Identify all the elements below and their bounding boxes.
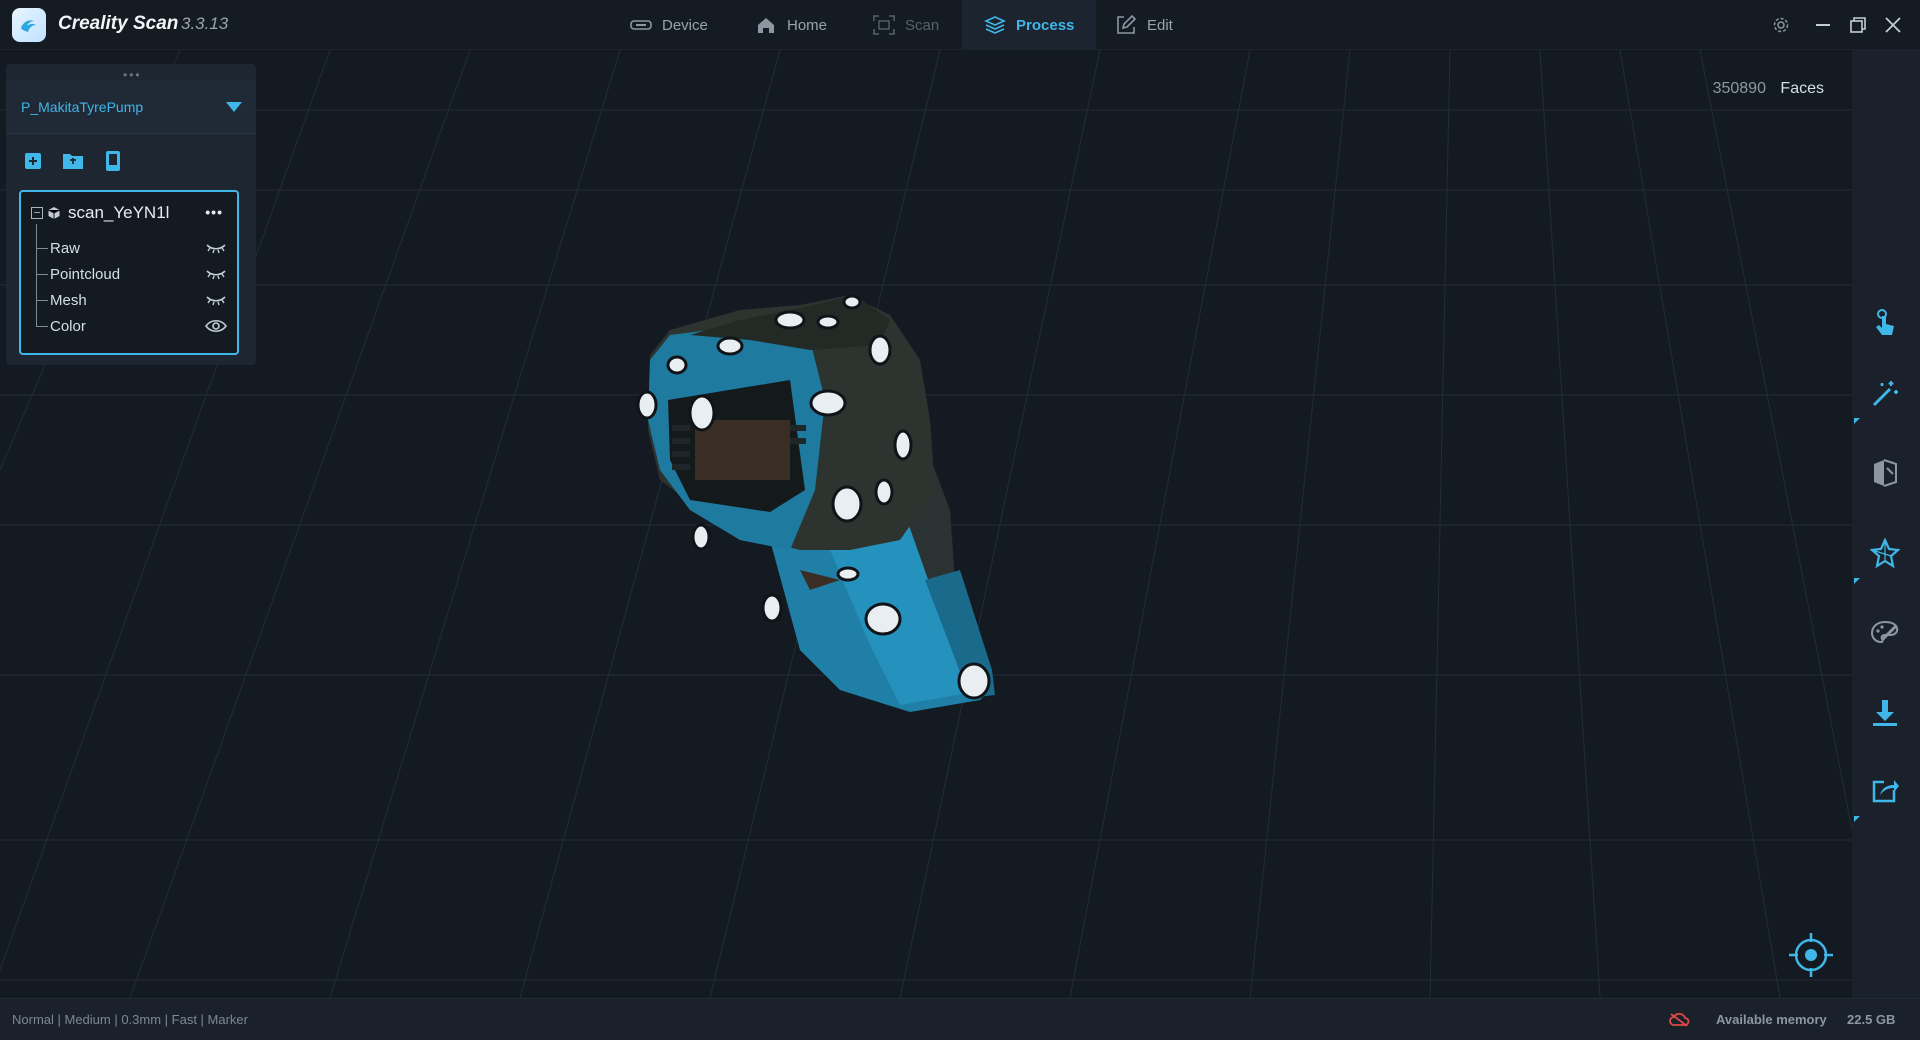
tree-item-pointcloud[interactable]: Pointcloud bbox=[36, 263, 228, 285]
new-project-button[interactable] bbox=[20, 148, 46, 174]
scan-node[interactable]: − scan_YeYN1l bbox=[31, 202, 169, 224]
tab-label: Scan bbox=[905, 16, 940, 34]
tree-branch bbox=[36, 299, 48, 301]
tree-item-label: Mesh bbox=[50, 291, 87, 309]
tab-label: Process bbox=[1016, 16, 1075, 34]
tree-branch bbox=[36, 273, 48, 275]
tab-scan[interactable]: Scan bbox=[873, 0, 939, 50]
tab-edit[interactable]: Edit bbox=[1115, 0, 1173, 50]
import-device-button[interactable] bbox=[100, 148, 126, 174]
open-folder-button[interactable] bbox=[60, 148, 86, 174]
layers-icon bbox=[984, 14, 1006, 36]
tab-label: Device bbox=[662, 16, 708, 34]
gear-icon bbox=[1773, 17, 1789, 33]
minimize-icon bbox=[1816, 24, 1830, 26]
pointer-hand-icon bbox=[1876, 309, 1894, 335]
tree-item-label: Color bbox=[50, 317, 86, 335]
tab-label: Home bbox=[787, 16, 828, 34]
3d-viewport[interactable]: 350890 Faces bbox=[0, 50, 1852, 998]
scan-tree: − scan_YeYN1l ••• Raw Pointcloud Mesh Co… bbox=[19, 190, 239, 355]
app-logo bbox=[12, 8, 46, 42]
submenu-indicator bbox=[1854, 578, 1860, 584]
project-dropdown[interactable]: P_MakitaTyrePump bbox=[6, 80, 256, 134]
restore-button[interactable] bbox=[1845, 12, 1871, 38]
cloud-disconnected-icon[interactable] bbox=[1668, 1011, 1690, 1029]
title-bar: Creality Scan 3.3.13 Device Home Scan Pr… bbox=[0, 0, 1920, 50]
star-mesh-icon bbox=[1870, 538, 1900, 568]
tab-home[interactable]: Home bbox=[755, 0, 827, 50]
submenu-indicator bbox=[1854, 418, 1860, 424]
folder-icon bbox=[63, 154, 83, 169]
new-file-icon bbox=[25, 153, 41, 169]
home-icon bbox=[755, 14, 777, 36]
share-button[interactable] bbox=[1854, 768, 1908, 822]
close-button[interactable] bbox=[1880, 12, 1906, 38]
memory-label: Available memory bbox=[1716, 1012, 1827, 1027]
device-icon bbox=[630, 14, 652, 36]
status-bar: Normal | Medium | 0.3mm | Fast | Marker … bbox=[0, 998, 1920, 1040]
auto-process-button[interactable] bbox=[1854, 370, 1908, 424]
texture-button[interactable] bbox=[1854, 530, 1908, 584]
close-icon bbox=[1885, 17, 1901, 33]
magic-wand-icon bbox=[1872, 381, 1898, 407]
more-options-icon[interactable]: ••• bbox=[205, 204, 223, 220]
mesh-icon bbox=[1874, 459, 1897, 487]
faces-readout: 350890 Faces bbox=[1713, 80, 1824, 98]
download-icon bbox=[1873, 700, 1897, 726]
submenu-indicator bbox=[1854, 816, 1860, 822]
eye-closed-icon[interactable] bbox=[204, 239, 228, 257]
memory-value: 22.5 GB bbox=[1847, 1012, 1896, 1027]
app-window: Creality Scan 3.3.13 Device Home Scan Pr… bbox=[0, 0, 1920, 1040]
scan-parameters: Normal | Medium | 0.3mm | Fast | Marker bbox=[12, 1012, 248, 1027]
tree-branch bbox=[36, 325, 48, 327]
faces-count: 350890 bbox=[1712, 80, 1766, 97]
tree-branch bbox=[36, 247, 48, 249]
tree-item-color[interactable]: Color bbox=[36, 315, 228, 337]
tree-item-raw[interactable]: Raw bbox=[36, 237, 228, 259]
settings-button[interactable] bbox=[1768, 12, 1794, 38]
tree-item-label: Raw bbox=[50, 239, 81, 257]
device-file-icon bbox=[106, 151, 120, 171]
project-name: P_MakitaTyrePump bbox=[21, 98, 144, 115]
tree-item-label: Pointcloud bbox=[50, 265, 121, 283]
crosshair-icon bbox=[1789, 933, 1833, 977]
collapse-icon[interactable]: − bbox=[31, 207, 43, 219]
eye-open-icon[interactable] bbox=[204, 317, 228, 335]
faces-label: Faces bbox=[1780, 80, 1824, 97]
scan-icon bbox=[873, 14, 895, 36]
panel-toolbar bbox=[20, 148, 126, 174]
tree-item-mesh[interactable]: Mesh bbox=[36, 289, 228, 311]
select-tool-button[interactable] bbox=[1862, 300, 1908, 346]
cube-icon bbox=[48, 207, 60, 219]
color-button[interactable] bbox=[1862, 610, 1908, 656]
project-panel: ••• P_MakitaTyrePump − scan_YeYN1l ••• R… bbox=[6, 64, 256, 365]
export-button[interactable] bbox=[1862, 690, 1908, 736]
edit-icon bbox=[1115, 14, 1137, 36]
right-toolbar bbox=[1852, 50, 1920, 998]
scan-name: scan_YeYN1l bbox=[68, 203, 170, 222]
tab-process[interactable]: Process bbox=[962, 0, 1097, 50]
mesh-button[interactable] bbox=[1862, 450, 1908, 496]
minimize-button[interactable] bbox=[1810, 12, 1836, 38]
recenter-button[interactable] bbox=[1788, 932, 1834, 978]
share-icon bbox=[1872, 780, 1899, 803]
eye-closed-icon[interactable] bbox=[204, 291, 228, 309]
app-version: 3.3.13 bbox=[181, 14, 229, 33]
scanned-model bbox=[636, 294, 995, 712]
tab-device[interactable]: Device bbox=[630, 0, 708, 50]
tab-label: Edit bbox=[1147, 16, 1173, 34]
restore-icon bbox=[1850, 17, 1866, 33]
eye-closed-icon[interactable] bbox=[204, 265, 228, 283]
caret-down-icon bbox=[226, 102, 242, 112]
palette-icon bbox=[1870, 620, 1899, 644]
app-name: Creality Scan bbox=[58, 13, 179, 34]
